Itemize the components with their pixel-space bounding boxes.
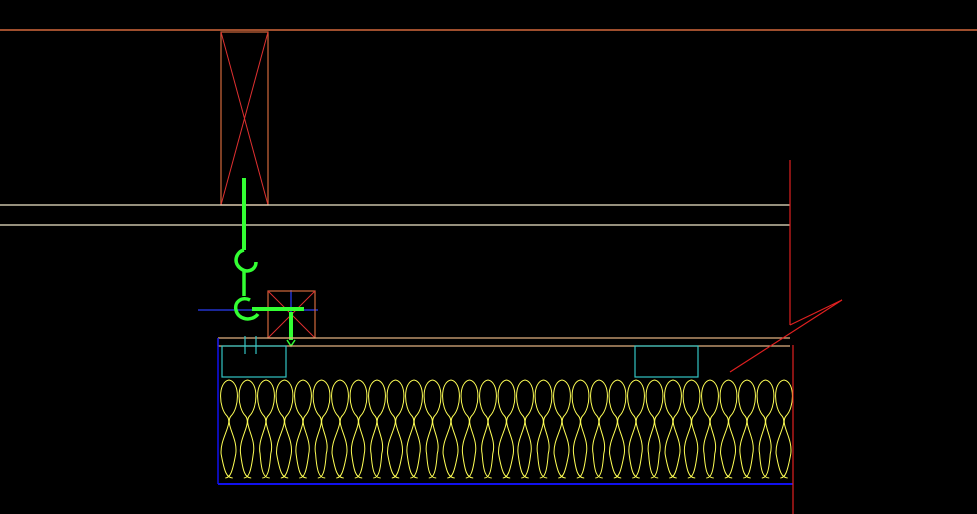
cad-viewport[interactable] xyxy=(0,0,977,514)
batt-loop xyxy=(664,379,682,479)
batt-loop xyxy=(775,379,793,479)
batt-loop xyxy=(220,379,238,479)
batt-loop xyxy=(423,379,442,479)
hanger-screw-tip xyxy=(286,339,296,348)
batt-loop xyxy=(479,379,497,479)
batt-loop xyxy=(405,379,423,479)
insulation-frame xyxy=(217,338,793,485)
break-zigzag xyxy=(729,299,843,373)
batt-loop xyxy=(645,379,664,479)
clip-right xyxy=(634,345,699,378)
batt-loop xyxy=(608,379,627,479)
batt-loop xyxy=(238,379,257,479)
batt-loop xyxy=(294,379,312,479)
batt-insulation xyxy=(220,379,793,479)
batt-loop xyxy=(590,379,608,479)
batt-loop xyxy=(497,379,516,479)
batt-loop xyxy=(738,379,756,479)
batt-loop xyxy=(627,379,645,479)
batt-loop xyxy=(553,379,571,479)
batt-loop xyxy=(460,379,479,479)
batt-loop xyxy=(331,379,349,479)
batt-loop xyxy=(516,379,534,479)
hook-hanger xyxy=(233,178,304,348)
batt-loop xyxy=(257,379,275,479)
batt-loop xyxy=(312,379,331,479)
batt-loop xyxy=(368,379,386,479)
batt-loop xyxy=(756,379,775,479)
batt-loop xyxy=(571,379,590,479)
batt-loop xyxy=(275,379,294,479)
batt-loop xyxy=(719,379,738,479)
break-line xyxy=(729,160,843,514)
clip-left xyxy=(221,345,287,378)
batt-loop xyxy=(349,379,368,479)
batt-loop xyxy=(534,379,553,479)
plasterboard xyxy=(217,337,790,347)
cad-drawing[interactable] xyxy=(0,0,977,514)
batt-loop xyxy=(682,379,701,479)
batt-loop xyxy=(442,379,460,479)
hanger-upper-hook xyxy=(234,248,258,273)
batt-loop xyxy=(386,379,405,479)
batt-loop xyxy=(701,379,719,479)
